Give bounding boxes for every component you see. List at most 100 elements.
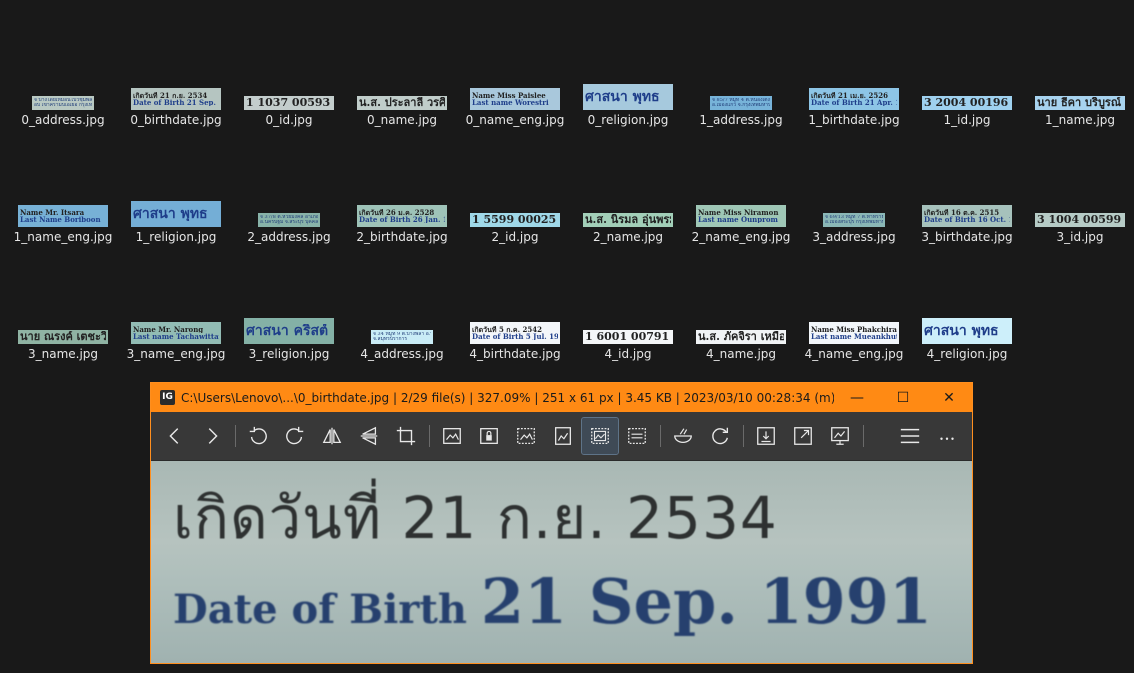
file-item[interactable]: เกิดวันที่ 26 ม.ค. 2528 Date of Birth 26 … — [345, 187, 459, 247]
file-name-label: 4_name_eng.jpg — [804, 347, 904, 361]
thumbnail-text: เกิดวันที่ 5 ก.ค. 2542 — [472, 325, 542, 333]
file-item[interactable]: นาย ธีคา บริบูรณ์ 1_name.jpg — [1023, 70, 1134, 130]
file-name-label: 0_id.jpg — [265, 113, 313, 127]
scale-to-height-button[interactable] — [545, 418, 581, 454]
auto-zoom-icon — [443, 428, 461, 444]
file-thumbnail: ศาสนา พุทธ — [131, 201, 221, 227]
slideshow-icon — [831, 427, 849, 445]
file-name-label: 3_religion.jpg — [248, 347, 330, 361]
file-item[interactable]: Name Mr. Itsara Last Name Boriboon 1_name_… — [6, 187, 120, 247]
file-item[interactable]: เกิดวันที่ 21 เม.ย. 2526 Date of Birth 21… — [797, 70, 911, 130]
file-item[interactable]: 3 2004 00196 09 6 1_id.jpg — [910, 70, 1024, 130]
scale-to-fill-icon — [628, 428, 646, 444]
fullscreen-button[interactable] — [785, 418, 821, 454]
previous-image-button[interactable] — [157, 418, 193, 454]
file-thumbnail: จี่ 85/7 หมู่ที่ 4 ต.หนองเต็งตำบลหินอ.เม… — [710, 96, 772, 110]
file-item[interactable]: ศาสนา พุทธ 1_religion.jpg — [119, 187, 233, 247]
thumbnail-text: Last Name Boriboon — [20, 216, 101, 224]
file-thumbnail: 1 1037 00593 02 1 — [244, 96, 334, 110]
thumbnail-text: 3 2004 00196 09 6 — [924, 97, 1010, 109]
gallery-button[interactable] — [748, 418, 784, 454]
file-item[interactable]: Name Miss Niramon Last name Ounprom 2_name… — [684, 187, 798, 247]
image-thai-birthdate: เกิดวันที่ 21 ก.ย. 2534 — [173, 484, 778, 552]
file-name-label: 3_address.jpg — [812, 230, 896, 244]
file-item[interactable]: น.ส. ภัคจิรา เหมือนครุฑ 4_name.jpg — [684, 304, 798, 364]
minimize-button[interactable]: — — [834, 383, 880, 412]
thumbnail-text: Last name Mueankhut — [811, 333, 897, 341]
maximize-button[interactable]: ☐ — [880, 383, 926, 412]
toolbar-separator — [429, 425, 430, 447]
refresh-button[interactable] — [702, 418, 738, 454]
auto-zoom-button[interactable] — [434, 418, 470, 454]
file-thumbnail: Name Mr. Itsara Last Name Boriboon — [18, 205, 108, 227]
file-item[interactable]: ศาสนา พุทธ 4_religion.jpg — [910, 304, 1024, 364]
file-thumbnail: Name Miss Paislee Last name Worestri — [470, 88, 560, 110]
checkerboard-button[interactable] — [665, 418, 701, 454]
file-item[interactable]: ศาสนา พุทธ 0_religion.jpg — [571, 70, 685, 130]
file-thumbnail: น.ส. ภัคจิรา เหมือนครุฑ — [696, 330, 786, 344]
scale-to-fill-button[interactable] — [619, 418, 655, 454]
thumbnail-text: อ.เมืองแก้ว จ.กรุงเทพมหานคร — [712, 103, 770, 108]
file-item[interactable]: Name Miss Paislee Last name Worestri 0_nam… — [458, 70, 572, 130]
main-menu-button[interactable] — [892, 418, 928, 454]
thumbnail-text: อ.นครปฐม จ.สระบุรี บุคคล — [260, 220, 318, 225]
file-item[interactable]: น.ส. ประลาลี วรศิริ 0_name.jpg — [345, 70, 459, 130]
file-item[interactable]: ศาสนา คริสต์ 3_religion.jpg — [232, 304, 346, 364]
file-item[interactable]: จี่ 85/7 หมู่ที่ 4 ต.หนองเต็งตำบลหินอ.เม… — [684, 70, 798, 130]
rotate-left-icon — [249, 426, 267, 445]
title-bar[interactable]: IG C:\Users\Lenovo\...\0_birthdate.jpg |… — [151, 383, 972, 412]
thumbnail-text: เกิดวันที่ 16 ต.ค. 2515 — [924, 208, 1000, 216]
thumbnail-text: น.ส. นิรมล อุ่นพรม — [585, 214, 671, 226]
thumbnail-text: เกิดวันที่ 21 ก.ย. 2534 — [133, 91, 208, 99]
image-viewport[interactable]: เกิดวันที่ 21 ก.ย. 2534 Date of Birth 21 … — [151, 461, 972, 663]
file-thumbnail: เกิดวันที่ 26 ม.ค. 2528 Date of Birth 26 … — [357, 205, 447, 227]
zoom-fit-icon — [591, 428, 609, 444]
image-date-of-birth-value: 21 Sep. 1991 — [480, 565, 933, 638]
file-name-label: 1_name.jpg — [1044, 113, 1116, 127]
lock-zoom-button[interactable] — [471, 418, 507, 454]
lock-zoom-icon — [480, 428, 498, 444]
file-name-label: 4_birthdate.jpg — [469, 347, 561, 361]
file-item[interactable]: เกิดวันที่ 21 ก.ย. 2534 Date of Birth 21 … — [119, 70, 233, 130]
file-thumbnail: น.ส. ประลาลี วรศิริ — [357, 96, 447, 110]
scale-to-width-button[interactable] — [508, 418, 544, 454]
file-item[interactable]: เกิดวันที่ 16 ต.ค. 2515 Date of Birth 16 … — [910, 187, 1024, 247]
flip-horizontal-button[interactable] — [314, 418, 350, 454]
file-item[interactable]: จี่ 69/13 หมู่ที่ 7 ต.ท่าทราย อ.เมืองสระบ… — [797, 187, 911, 247]
crop-button[interactable] — [388, 418, 424, 454]
file-item[interactable]: จี่ 34 หมู่ที่ 9 ต.บางพลา อ.บางพลีจ.สมุท… — [345, 304, 459, 364]
file-item[interactable]: Name Miss Phakchira Last name Mueankhut 4_… — [797, 304, 911, 364]
file-thumbnail: Name Miss Phakchira Last name Mueankhut — [809, 322, 899, 344]
file-item[interactable]: Name Mr. NarongLast name Tachawittayakul… — [119, 304, 233, 364]
file-item[interactable]: จี่ บางโดยเหมือนโบว์ชุมพล ทางบ่อ ระบบเดี… — [6, 70, 120, 130]
file-item[interactable]: 1 1037 00593 02 1 0_id.jpg — [232, 70, 346, 130]
thumbnail-text: ศาสนา พุทธ — [585, 89, 660, 105]
file-name-label: 4_address.jpg — [360, 347, 444, 361]
close-button[interactable]: ✕ — [926, 383, 972, 412]
file-item[interactable]: นาย ณรงค์ เตชะวิทยากุล 3_name.jpg — [6, 304, 120, 364]
file-thumbnail: 3 1004 00599 69 8 — [1035, 213, 1125, 227]
zoom-fit-button[interactable] — [581, 417, 619, 455]
file-item[interactable]: 1 5599 00025 96 6 2_id.jpg — [458, 187, 572, 247]
toolbar — [151, 412, 972, 461]
rotate-right-button[interactable] — [277, 418, 313, 454]
more-options-button[interactable] — [929, 418, 965, 454]
file-name-label: 0_name.jpg — [366, 113, 438, 127]
file-item[interactable]: 1 6001 00791 37 1 4_id.jpg — [571, 304, 685, 364]
imageglass-window[interactable]: IG C:\Users\Lenovo\...\0_birthdate.jpg |… — [150, 382, 973, 664]
file-item[interactable]: น.ส. นิรมล อุ่นพรม 2_name.jpg — [571, 187, 685, 247]
file-name-label: 4_religion.jpg — [926, 347, 1008, 361]
slideshow-button[interactable] — [822, 418, 858, 454]
file-item[interactable]: 3 1004 00599 69 8 3_id.jpg — [1023, 187, 1134, 247]
rotate-left-button[interactable] — [240, 418, 276, 454]
thumbnail-text: ศาสนา พุทธ — [133, 206, 208, 222]
file-item[interactable]: จี่ 37/8 ต.ห้วยมงคล อำเภอหนองจอกอ.นครปฐม… — [232, 187, 346, 247]
thumbnail-text: 1 6001 00791 37 1 — [585, 331, 671, 343]
bowl-icon — [674, 428, 692, 443]
flip-vertical-button[interactable] — [351, 418, 387, 454]
scale-to-height-icon — [555, 427, 571, 445]
file-thumbnail: ศาสนา พุทธ — [922, 318, 1012, 344]
file-thumbnail: เกิดวันที่ 21 ก.ย. 2534 Date of Birth 21 … — [131, 88, 221, 110]
file-item[interactable]: เกิดวันที่ 5 ก.ค. 2542 Date of Birth 5 Ju… — [458, 304, 572, 364]
next-image-button[interactable] — [194, 418, 230, 454]
